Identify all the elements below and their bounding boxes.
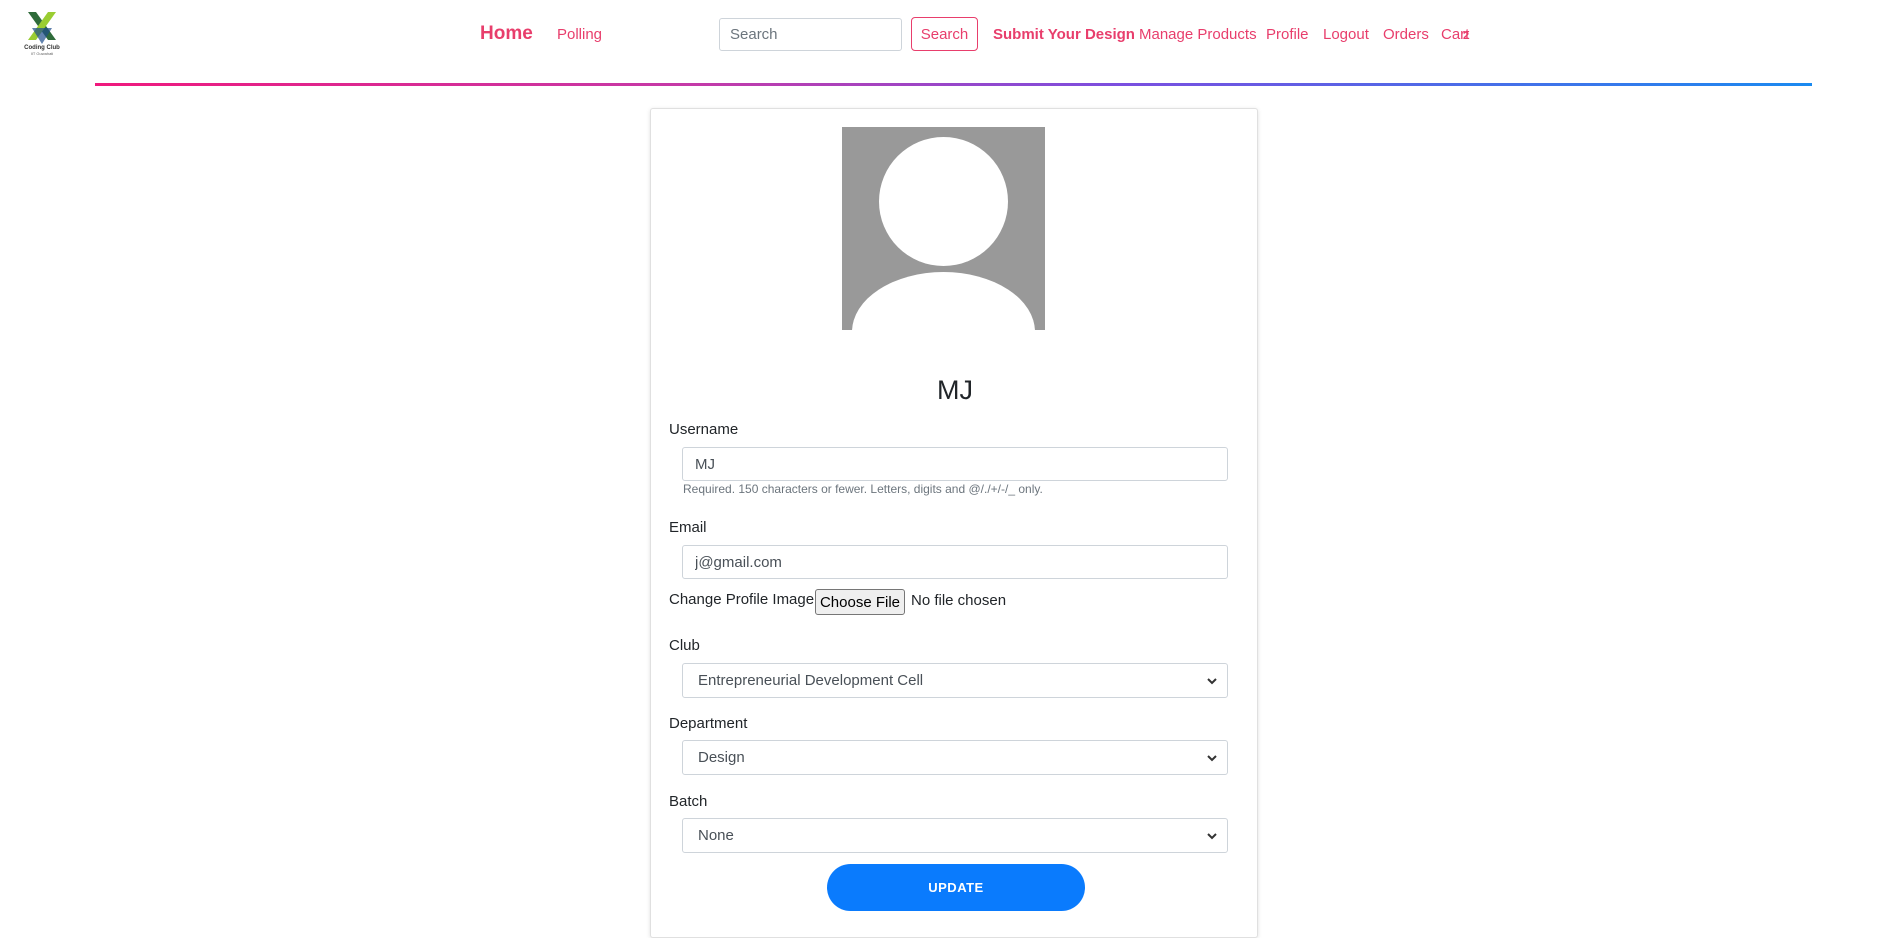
nav-manage-products-link[interactable]: Manage Products xyxy=(1139,26,1257,43)
nav-home-link[interactable]: Home xyxy=(480,23,533,45)
nav-profile-link[interactable]: Profile xyxy=(1266,26,1309,43)
username-field[interactable] xyxy=(682,447,1228,481)
update-button[interactable]: UPDATE xyxy=(827,864,1085,911)
cart-count-badge: 2 xyxy=(1463,30,1470,42)
department-select-value: Design xyxy=(698,749,745,766)
nav-logout-link[interactable]: Logout xyxy=(1323,26,1369,43)
profile-card: MJ Username Required. 150 characters or … xyxy=(650,108,1258,938)
nav-orders-link[interactable]: Orders xyxy=(1383,26,1429,43)
email-field[interactable] xyxy=(682,545,1228,579)
navbar: Coding Club IIT Guwahati Home Polling Se… xyxy=(0,0,1897,86)
profile-name: MJ xyxy=(937,375,973,405)
username-label: Username xyxy=(669,421,739,438)
batch-select[interactable]: None xyxy=(682,818,1228,853)
header-divider xyxy=(95,83,1812,86)
club-select[interactable]: Entrepreneurial Development Cell xyxy=(682,663,1228,698)
email-label: Email xyxy=(669,519,707,536)
club-label: Club xyxy=(669,637,700,654)
nav-polling-link[interactable]: Polling xyxy=(557,26,602,43)
choose-file-button[interactable]: Choose File xyxy=(815,589,905,615)
chevron-down-icon xyxy=(1207,833,1217,840)
avatar-body-shape xyxy=(852,272,1035,330)
club-select-value: Entrepreneurial Development Cell xyxy=(698,672,924,689)
nav-submit-design-link[interactable]: Submit Your Design xyxy=(993,26,1135,43)
batch-select-value: None xyxy=(698,827,734,844)
profile-image-label: Change Profile Image: xyxy=(669,591,819,608)
avatar xyxy=(842,127,1045,330)
chevron-down-icon xyxy=(1207,678,1217,685)
department-select[interactable]: Design xyxy=(682,740,1228,775)
search-input[interactable] xyxy=(719,18,902,51)
department-label: Department xyxy=(669,715,748,732)
search-button[interactable]: Search xyxy=(911,17,978,51)
username-help-text: Required. 150 characters or fewer. Lette… xyxy=(683,482,1043,496)
avatar-head-shape xyxy=(879,137,1008,266)
logo-subtext: IIT Guwahati xyxy=(30,51,54,56)
batch-label: Batch xyxy=(669,793,708,810)
file-status-text: No file chosen xyxy=(911,592,1007,609)
chevron-down-icon xyxy=(1207,755,1217,762)
